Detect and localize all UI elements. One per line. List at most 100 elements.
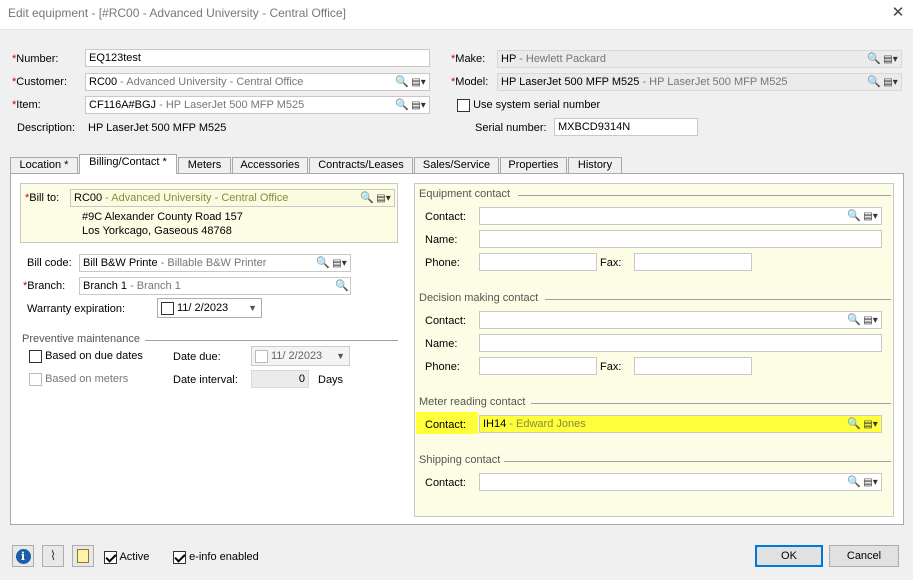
notes-button[interactable] xyxy=(72,545,94,567)
search-icon[interactable]: 🔍 xyxy=(847,418,861,431)
search-icon[interactable]: 🔍 xyxy=(867,76,881,89)
meter-contact-field[interactable]: IH14 - Edward Jones 🔍 ▤▾ xyxy=(479,415,882,433)
picker-dropdown-icon[interactable]: ▤▾ xyxy=(331,257,348,270)
serial-input[interactable]: MXBCD9314N xyxy=(554,118,698,136)
tab-billing-contact[interactable]: Billing/Contact * xyxy=(79,154,177,174)
meters-checkbox[interactable] xyxy=(29,372,42,386)
branch-field[interactable]: Branch 1 - Branch 1 🔍 xyxy=(79,277,351,295)
decision-phone-label: Phone: xyxy=(425,361,460,373)
decision-contact-field[interactable]: 🔍 ▤▾ xyxy=(479,311,882,329)
tab-meters[interactable]: Meters xyxy=(178,157,231,173)
tab-properties[interactable]: Properties xyxy=(500,157,567,173)
make-field[interactable]: HP - Hewlett Packard 🔍 ▤▾ xyxy=(497,50,902,68)
search-icon[interactable]: 🔍 xyxy=(316,257,330,270)
decision-fax-input[interactable] xyxy=(634,357,752,375)
info-icon: i xyxy=(15,548,31,564)
equipment-phone-input[interactable] xyxy=(479,253,597,271)
equipment-phone-label: Phone: xyxy=(425,257,460,269)
search-icon[interactable]: 🔍 xyxy=(335,280,349,293)
warranty-date-picker[interactable]: 11/ 2/2023 ▼ xyxy=(157,298,262,318)
bill-to-address-line2: Los Yorkcago, Gaseous 48768 xyxy=(82,225,232,237)
decision-phone-input[interactable] xyxy=(479,357,597,375)
einfo-checkbox[interactable] xyxy=(173,550,186,564)
active-checkbox[interactable] xyxy=(104,550,117,564)
chevron-down-icon[interactable]: ▼ xyxy=(336,347,345,365)
date-interval-label: Date interval: xyxy=(173,374,238,386)
close-icon[interactable]: ✕ xyxy=(888,3,908,21)
bill-to-label: *Bill to: xyxy=(25,192,60,204)
number-label: *Number: xyxy=(12,53,59,65)
search-icon[interactable]: 🔍 xyxy=(847,476,861,489)
shipping-contact-header: Shipping contact xyxy=(419,454,501,466)
meter-contact-divider xyxy=(531,403,891,404)
bill-to-box: *Bill to: RC00 - Advanced University - C… xyxy=(20,183,398,243)
equipment-name-label: Name: xyxy=(425,234,458,246)
description-label: Description: xyxy=(17,122,76,134)
search-icon[interactable]: 🔍 xyxy=(867,53,881,66)
picker-dropdown-icon[interactable]: ▤▾ xyxy=(862,314,879,327)
notes-icon xyxy=(77,549,89,564)
based-on-due-dates[interactable]: Based on due dates xyxy=(29,349,143,363)
equipment-fax-input[interactable] xyxy=(634,253,752,271)
picker-dropdown-icon[interactable]: ▤▾ xyxy=(882,76,899,89)
cancel-button[interactable]: Cancel xyxy=(829,545,899,567)
window-title: Edit equipment - [#RC00 - Advanced Unive… xyxy=(8,6,346,20)
equipment-fax-label: Fax: xyxy=(600,257,622,269)
preventive-divider xyxy=(145,340,398,341)
picker-dropdown-icon[interactable]: ▤▾ xyxy=(862,476,879,489)
search-icon[interactable]: 🔍 xyxy=(847,314,861,327)
paperclip-icon: ⌇ xyxy=(49,548,57,563)
picker-dropdown-icon[interactable]: ▤▾ xyxy=(862,210,879,223)
equipment-name-input[interactable] xyxy=(479,230,882,248)
bill-to-field[interactable]: RC00 - Advanced University - Central Off… xyxy=(70,189,395,207)
due-dates-checkbox[interactable] xyxy=(29,349,42,363)
description-value: HP LaserJet 500 MFP M525 xyxy=(88,122,227,134)
einfo-toggle[interactable]: e-info enabled xyxy=(173,550,259,564)
model-field[interactable]: HP LaserJet 500 MFP M525 - HP LaserJet 5… xyxy=(497,73,902,91)
decision-name-label: Name: xyxy=(425,338,458,350)
equipment-contact-label: Contact: xyxy=(425,211,466,223)
search-icon[interactable]: 🔍 xyxy=(847,210,861,223)
info-button[interactable]: i xyxy=(12,545,34,567)
picker-dropdown-icon[interactable]: ▤▾ xyxy=(375,192,392,205)
item-label: *Item: xyxy=(12,99,41,111)
item-field[interactable]: CF116A#BGJ - HP LaserJet 500 MFP M525 🔍 ▤… xyxy=(85,96,430,114)
picker-dropdown-icon[interactable]: ▤▾ xyxy=(862,418,879,431)
attach-button[interactable]: ⌇ xyxy=(42,545,64,567)
bill-code-field[interactable]: Bill B&W Printe - Billable B&W Printer 🔍… xyxy=(79,254,351,272)
warranty-checkbox[interactable] xyxy=(161,301,174,315)
chevron-down-icon[interactable]: ▼ xyxy=(248,299,257,317)
tab-history[interactable]: History xyxy=(568,157,622,173)
shipping-contact-field[interactable]: 🔍 ▤▾ xyxy=(479,473,882,491)
equipment-contact-field[interactable]: 🔍 ▤▾ xyxy=(479,207,882,225)
picker-dropdown-icon[interactable]: ▤▾ xyxy=(882,53,899,66)
ok-button[interactable]: OK xyxy=(755,545,823,567)
decision-name-input[interactable] xyxy=(479,334,882,352)
based-on-meters[interactable]: Based on meters xyxy=(29,372,128,386)
tab-sales-service[interactable]: Sales/Service xyxy=(414,157,499,173)
date-interval-input[interactable]: 0 xyxy=(251,370,309,388)
use-system-serial-checkbox[interactable] xyxy=(457,98,470,112)
search-icon[interactable]: 🔍 xyxy=(360,192,374,205)
shipping-contact-divider xyxy=(504,461,891,462)
picker-dropdown-icon[interactable]: ▤▾ xyxy=(410,99,427,112)
date-due-picker[interactable]: 11/ 2/2023 ▼ xyxy=(251,346,350,366)
equipment-contact-divider xyxy=(518,195,891,196)
use-system-serial[interactable]: Use system serial number xyxy=(457,98,600,112)
bill-to-address-line1: #9C Alexander County Road 157 xyxy=(82,211,243,223)
preventive-maintenance-header: Preventive maintenance xyxy=(22,333,141,345)
search-icon[interactable]: 🔍 xyxy=(395,76,409,89)
tab-contracts-leases[interactable]: Contracts/Leases xyxy=(309,157,413,173)
date-interval-unit: Days xyxy=(318,374,344,386)
picker-dropdown-icon[interactable]: ▤▾ xyxy=(410,76,427,89)
date-due-checkbox[interactable] xyxy=(255,349,268,363)
customer-field[interactable]: RC00 - Advanced University - Central Off… xyxy=(85,73,430,91)
customer-label: *Customer: xyxy=(12,76,68,88)
active-toggle[interactable]: Active xyxy=(104,550,149,564)
number-input[interactable]: EQ123test xyxy=(85,49,430,67)
search-icon[interactable]: 🔍 xyxy=(395,99,409,112)
title-bar: Edit equipment - [#RC00 - Advanced Unive… xyxy=(0,0,913,30)
date-due-label: Date due: xyxy=(173,351,221,363)
tab-location[interactable]: Location * xyxy=(10,157,78,173)
tab-accessories[interactable]: Accessories xyxy=(232,157,308,173)
